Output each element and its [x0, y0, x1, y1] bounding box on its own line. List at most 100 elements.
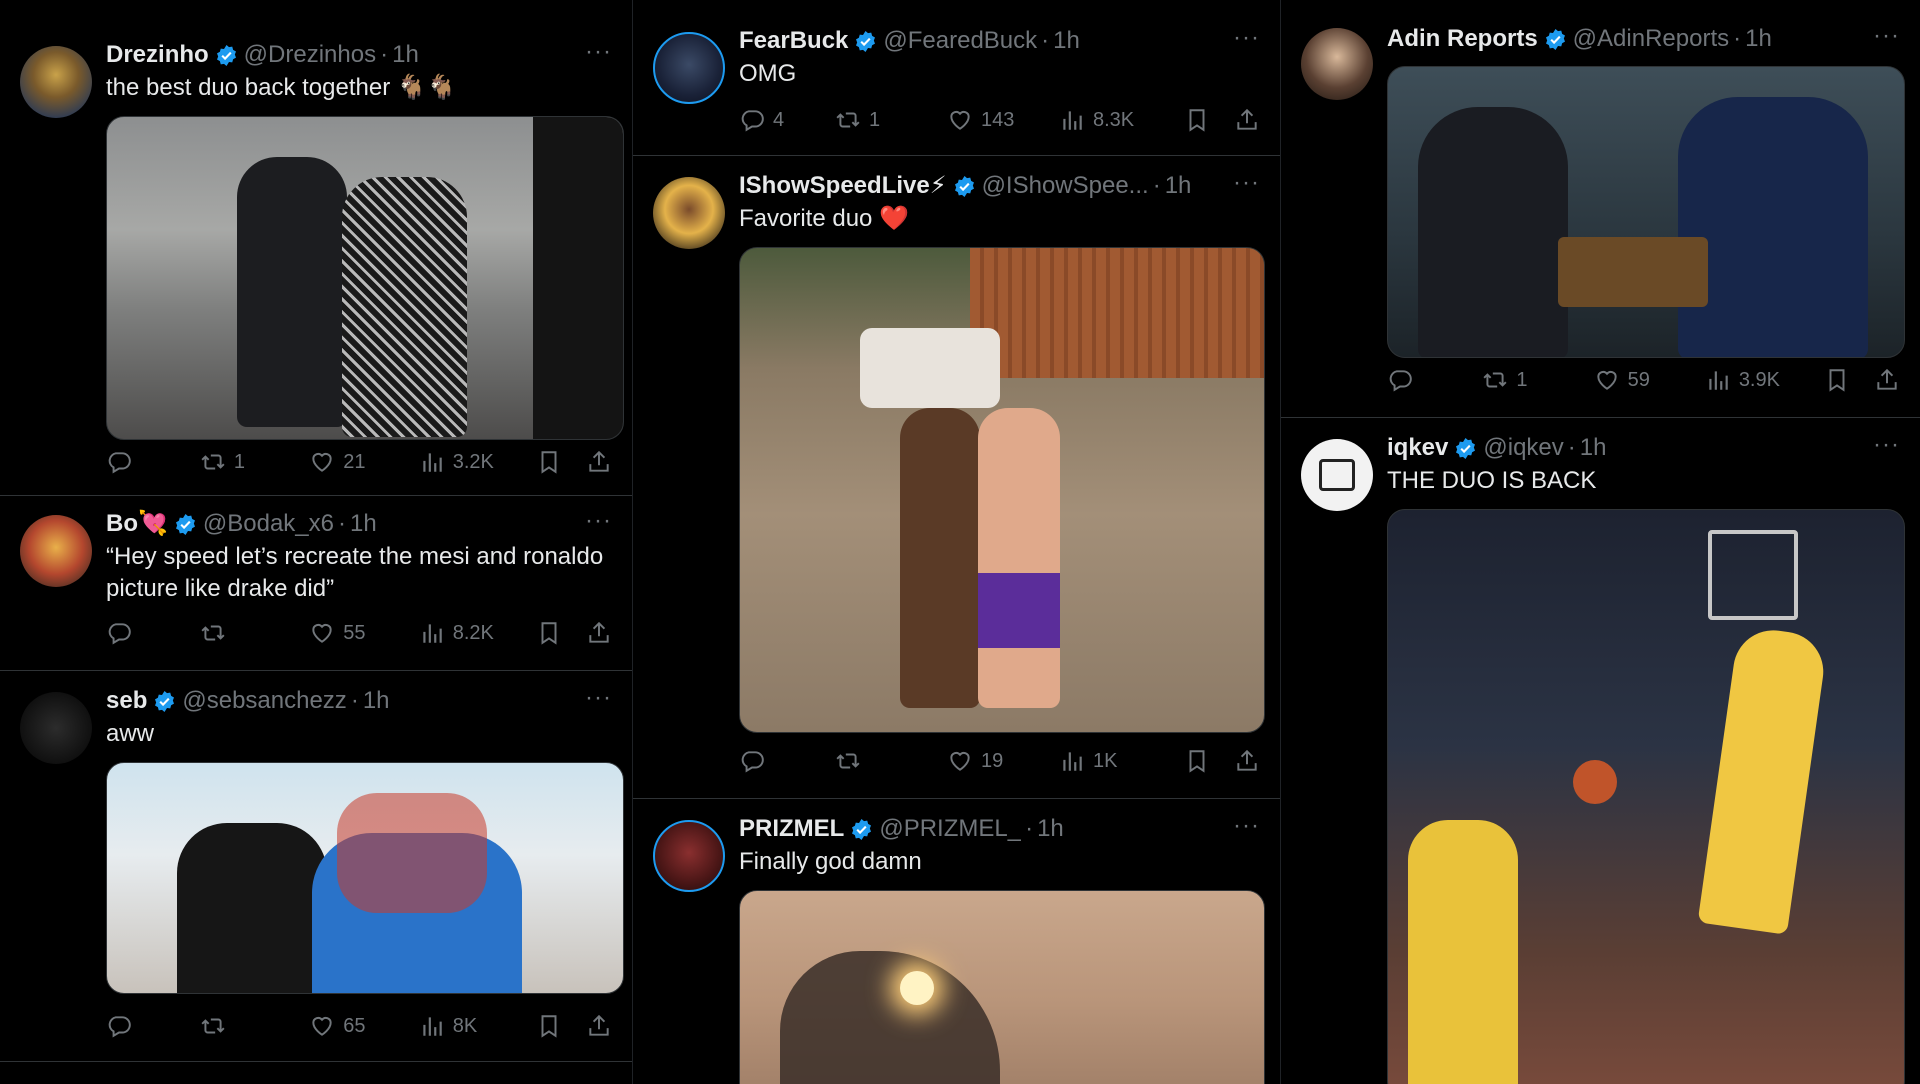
like-button[interactable]: 59: [1594, 367, 1705, 393]
like-button[interactable]: 65: [309, 1013, 418, 1039]
views-button[interactable]: 3.9K: [1705, 367, 1824, 393]
tweet-image[interactable]: [739, 890, 1265, 1084]
author-handle[interactable]: @PRIZMEL_: [879, 812, 1021, 846]
avatar[interactable]: [20, 692, 92, 764]
verified-badge-icon: [953, 175, 976, 198]
avatar[interactable]: [1301, 28, 1373, 100]
reply-button[interactable]: [106, 1013, 200, 1039]
author-name[interactable]: seb: [106, 684, 147, 718]
timeline-column-left: Drezinho @Drezinhos · 1h ··· the best du…: [0, 0, 632, 1084]
author-handle[interactable]: @sebsanchezz: [182, 684, 346, 718]
verified-badge-icon: [1454, 437, 1477, 460]
avatar[interactable]: [653, 820, 725, 892]
author-handle[interactable]: @AdinReports: [1573, 22, 1729, 56]
tweet-image[interactable]: [1387, 66, 1905, 358]
timestamp[interactable]: 1h: [1745, 22, 1772, 56]
timestamp[interactable]: 1h: [363, 684, 390, 718]
timestamp[interactable]: 1h: [392, 38, 419, 72]
tweet-image[interactable]: [739, 247, 1265, 733]
tweet[interactable]: Bo💘 @Bodak_x6 · 1h ··· “Hey speed let’s …: [0, 497, 632, 671]
more-icon[interactable]: ···: [1233, 24, 1260, 52]
timestamp[interactable]: 1h: [1053, 24, 1080, 58]
reply-button[interactable]: [106, 620, 200, 646]
author-name[interactable]: Adin Reports: [1387, 22, 1538, 56]
author-handle[interactable]: @iqkev: [1483, 431, 1563, 465]
share-button[interactable]: [1234, 748, 1260, 774]
retweet-button[interactable]: 1: [835, 107, 947, 133]
reply-button[interactable]: [106, 449, 200, 475]
avatar[interactable]: [20, 46, 92, 118]
share-button[interactable]: [1234, 107, 1260, 133]
tweet[interactable]: iqkev @iqkev · 1h ··· THE DUO IS BACK: [1281, 419, 1920, 1084]
author-name[interactable]: IShowSpeedLive⚡: [739, 169, 947, 203]
timestamp[interactable]: 1h: [1037, 812, 1064, 846]
author-name[interactable]: Bo💘: [106, 507, 168, 541]
more-icon[interactable]: ···: [1233, 169, 1260, 197]
bookmark-button[interactable]: [1184, 748, 1210, 774]
tweet-image[interactable]: [106, 116, 624, 440]
author-name[interactable]: Drezinho: [106, 38, 209, 72]
author-name[interactable]: FearBuck: [739, 24, 848, 58]
more-icon[interactable]: ···: [1873, 431, 1900, 459]
share-button[interactable]: [586, 620, 612, 646]
avatar[interactable]: [653, 177, 725, 249]
tweet-image[interactable]: [106, 762, 624, 994]
author-handle[interactable]: @Bodak_x6: [203, 507, 334, 541]
views-button[interactable]: 8.3K: [1059, 107, 1179, 133]
verified-badge-icon: [1544, 28, 1567, 51]
share-button[interactable]: [586, 449, 612, 475]
separator-dot: ·: [350, 687, 359, 714]
avatar[interactable]: [1301, 439, 1373, 511]
separator-dot: ·: [380, 41, 389, 68]
share-button[interactable]: [586, 1013, 612, 1039]
author-handle[interactable]: @Drezinhos: [244, 38, 376, 72]
more-icon[interactable]: ···: [585, 507, 612, 535]
views-button[interactable]: 1K: [1059, 748, 1179, 774]
author-name[interactable]: iqkev: [1387, 431, 1448, 465]
more-icon[interactable]: ···: [585, 38, 612, 66]
tweet[interactable]: Adin Reports @AdinReports · 1h ··· 1 59 …: [1281, 8, 1920, 418]
retweet-button[interactable]: 1: [1482, 367, 1593, 393]
tweet-image[interactable]: [1387, 509, 1905, 1084]
bookmark-button[interactable]: [536, 620, 562, 646]
tweet[interactable]: FearBuck @FearedBuck · 1h ··· OMG 4 1 14…: [633, 12, 1280, 156]
tweet[interactable]: Drezinho @Drezinhos · 1h ··· the best du…: [0, 12, 632, 496]
like-button[interactable]: 55: [309, 620, 418, 646]
tweet[interactable]: PRIZMEL @PRIZMEL_ · 1h ··· Finally god d…: [633, 800, 1280, 1084]
views-button[interactable]: 3.2K: [419, 449, 536, 475]
retweet-button[interactable]: [835, 748, 947, 774]
bookmark-button[interactable]: [1184, 107, 1210, 133]
bookmark-button[interactable]: [1824, 367, 1850, 393]
retweet-button[interactable]: [200, 1013, 309, 1039]
reply-button[interactable]: [739, 748, 835, 774]
like-button[interactable]: 21: [309, 449, 418, 475]
tweet[interactable]: seb @sebsanchezz · 1h ··· aww 65 8K: [0, 672, 632, 1062]
share-button[interactable]: [1874, 367, 1900, 393]
avatar[interactable]: [20, 515, 92, 587]
retweet-button[interactable]: 1: [200, 449, 309, 475]
tweet[interactable]: IShowSpeedLive⚡ @IShowSpee... · 1h ··· F…: [633, 157, 1280, 799]
bookmark-icon: [536, 449, 562, 475]
action-bar: 65 8K: [106, 1008, 612, 1044]
retweet-button[interactable]: [200, 620, 309, 646]
timestamp[interactable]: 1h: [350, 507, 377, 541]
author-handle[interactable]: @IShowSpee...: [982, 169, 1149, 203]
like-button[interactable]: 143: [947, 107, 1059, 133]
more-icon[interactable]: ···: [1233, 812, 1260, 840]
like-button[interactable]: 19: [947, 748, 1059, 774]
author-handle[interactable]: @FearedBuck: [883, 24, 1037, 58]
reply-icon: [106, 620, 132, 646]
views-button[interactable]: 8.2K: [419, 620, 536, 646]
more-icon[interactable]: ···: [1873, 22, 1900, 50]
views-button[interactable]: 8K: [419, 1013, 536, 1039]
bookmark-button[interactable]: [536, 449, 562, 475]
timestamp[interactable]: 1h: [1580, 431, 1607, 465]
reply-button[interactable]: 4: [739, 107, 835, 133]
reply-button[interactable]: [1387, 367, 1482, 393]
more-icon[interactable]: ···: [585, 684, 612, 712]
timestamp[interactable]: 1h: [1165, 169, 1192, 203]
photo-sun: [900, 971, 934, 1005]
avatar[interactable]: [653, 32, 725, 104]
author-name[interactable]: PRIZMEL: [739, 812, 844, 846]
bookmark-button[interactable]: [536, 1013, 562, 1039]
